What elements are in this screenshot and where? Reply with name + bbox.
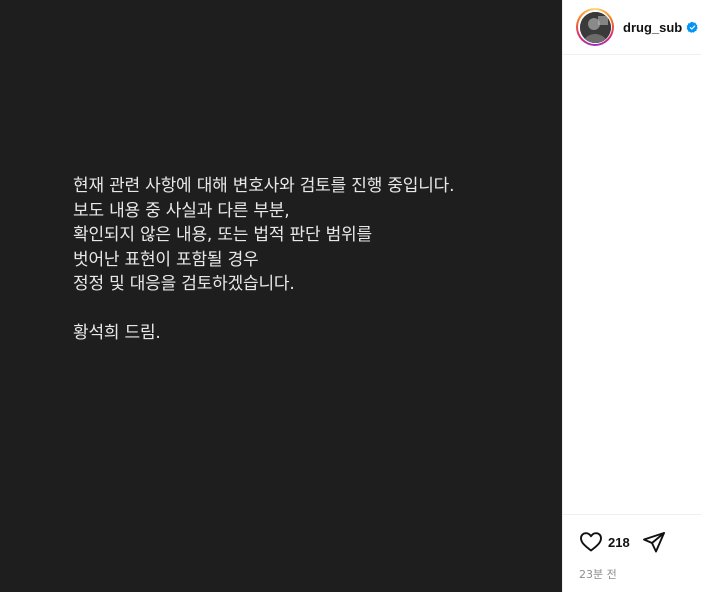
post-viewer: 현재 관련 사항에 대해 변호사와 검토를 진행 중입니다. 보도 내용 중 사… — [0, 0, 701, 592]
post-header: drug_sub — [563, 0, 701, 55]
send-icon — [642, 532, 665, 553]
avatar — [579, 11, 611, 43]
story-ring[interactable] — [576, 8, 614, 46]
post-sidebar: drug_sub 218 23분 전 — [562, 0, 701, 592]
share-button[interactable] — [642, 530, 666, 554]
avatar-photo-icon — [579, 11, 611, 43]
post-timestamp[interactable]: 23분 전 — [579, 566, 701, 582]
post-text-line: 보도 내용 중 사실과 다른 부분, — [73, 200, 290, 221]
like-count[interactable]: 218 — [608, 535, 630, 550]
post-text-line: 벗어난 표현이 포함될 경우 — [73, 249, 259, 270]
username-link[interactable]: drug_sub — [623, 20, 682, 35]
post-signature: 황석희 드림. — [73, 322, 161, 343]
post-actions: 218 23분 전 — [563, 514, 701, 582]
like-button[interactable] — [579, 530, 603, 554]
post-text-line: 현재 관련 사항에 대해 변호사와 검토를 진행 중입니다. — [73, 176, 455, 196]
post-text-block: 현재 관련 사항에 대해 변호사와 검토를 진행 중입니다. 보도 내용 중 사… — [73, 174, 455, 345]
verified-badge-icon — [686, 21, 698, 33]
post-image[interactable]: 현재 관련 사항에 대해 변호사와 검토를 진행 중입니다. 보도 내용 중 사… — [0, 0, 562, 592]
post-text-line: 확인되지 않은 내용, 또는 법적 판단 범위를 — [73, 225, 372, 245]
post-text-line: 정정 및 대응을 검토하겠습니다. — [73, 274, 295, 294]
heart-icon — [580, 532, 602, 552]
